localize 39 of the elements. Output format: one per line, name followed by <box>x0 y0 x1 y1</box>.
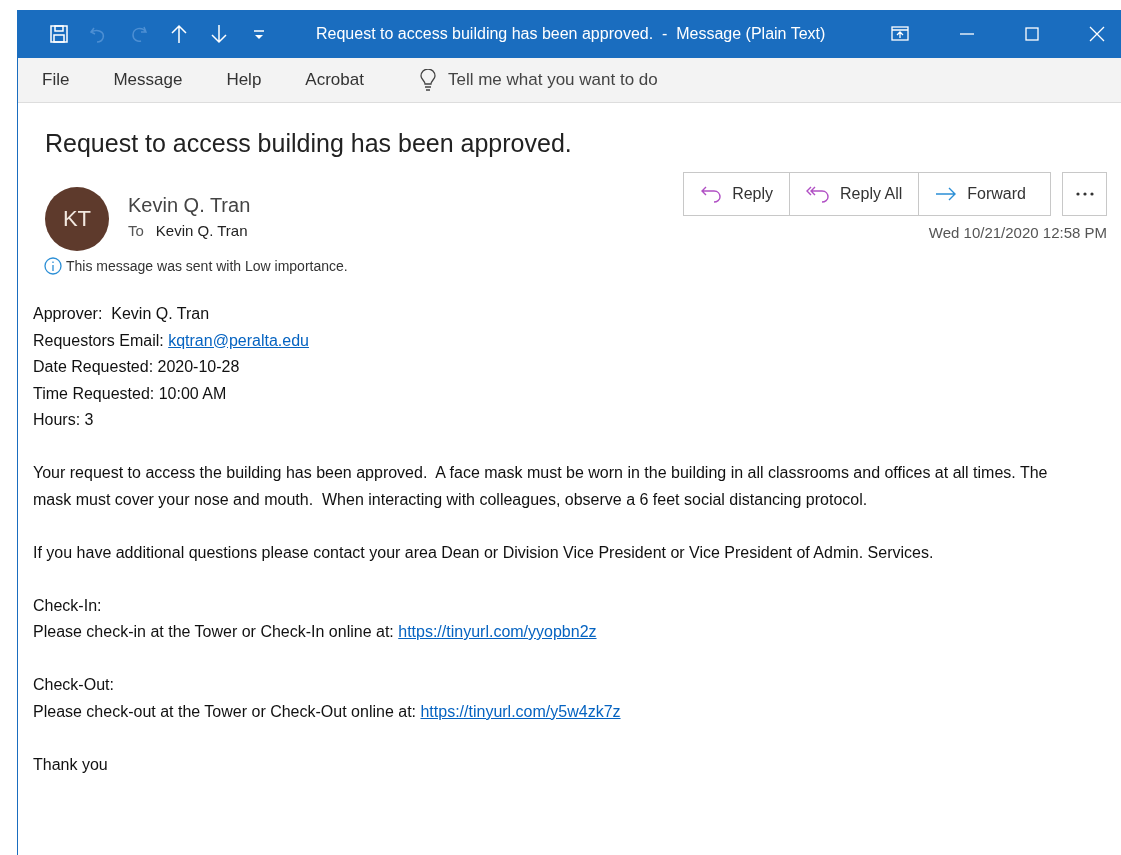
link[interactable]: https://tinyurl.com/yyopbn2z <box>398 623 597 640</box>
menu-item[interactable]: File <box>42 70 70 90</box>
save-icon[interactable] <box>48 23 70 45</box>
body-text: Thank you <box>33 754 109 775</box>
message-subject: Request to access building has been approved. <box>45 129 573 158</box>
recipient-name: Kevin Q. Tran <box>155 222 248 239</box>
more-icon <box>1075 192 1094 196</box>
tell-me-field[interactable]: Tell me what you want to do <box>445 69 750 91</box>
body-text: Check-In: <box>33 595 103 616</box>
info-icon <box>44 257 62 275</box>
body-text: Hours: 3 <box>33 410 95 430</box>
menu-item[interactable]: Help <box>226 70 262 90</box>
body-text: If you have additional questions please contact your area Dean or Division Vice President or Vice President of Admin. Services. <box>33 542 935 563</box>
link[interactable]: kqtran@peralta.edu <box>168 331 309 349</box>
window-title: Request to access building has been approved. - Message (Plain Text) <box>316 25 826 43</box>
sent-date: Wed 10/21/2020 12:58 PM <box>928 224 1107 241</box>
body-text: Your request to access the building has been approved. A face mask must be worn in the building in all classrooms and offices at all times. The mask must cover your nose and mouth. When interacting with colleagues, observe a 6 feet social distancing protocol. <box>33 463 1049 510</box>
down-arrow-icon[interactable] <box>208 23 230 45</box>
body-text: Check-Out: <box>33 675 115 695</box>
body-text: Time Requested: 10:00 AM <box>33 383 228 404</box>
menu-item[interactable]: Message <box>113 70 183 90</box>
reply-all-arrow-icon <box>806 185 831 203</box>
close-icon[interactable] <box>1089 26 1106 42</box>
right-arrow-icon <box>935 187 958 201</box>
maximize-icon[interactable] <box>1025 27 1040 41</box>
sender-avatar: KT <box>45 187 109 251</box>
body-text: Please check-in at the Tower or Check-In online at: <box>33 623 395 640</box>
reply-arrow-icon <box>700 185 723 203</box>
importance-note: This message was sent with Low importance. <box>66 258 348 274</box>
ribbon-display-icon[interactable] <box>891 26 910 42</box>
body-text: Approver: Kevin Q. Tran <box>33 304 211 324</box>
lightbulb-icon <box>419 69 436 91</box>
body-text: Please check-out at the Tower or Check-Out online at: <box>33 702 417 720</box>
body-text: Date Requested: 2020-10-28 <box>33 357 241 377</box>
body-text: Requestors Email: <box>33 331 165 349</box>
sender-name: Kevin Q. Tran <box>128 194 251 217</box>
to-label: To <box>128 222 144 239</box>
link[interactable]: https://tinyurl.com/y5w4zk7z <box>420 702 621 720</box>
menu-item[interactable]: Acrobat <box>305 70 364 90</box>
